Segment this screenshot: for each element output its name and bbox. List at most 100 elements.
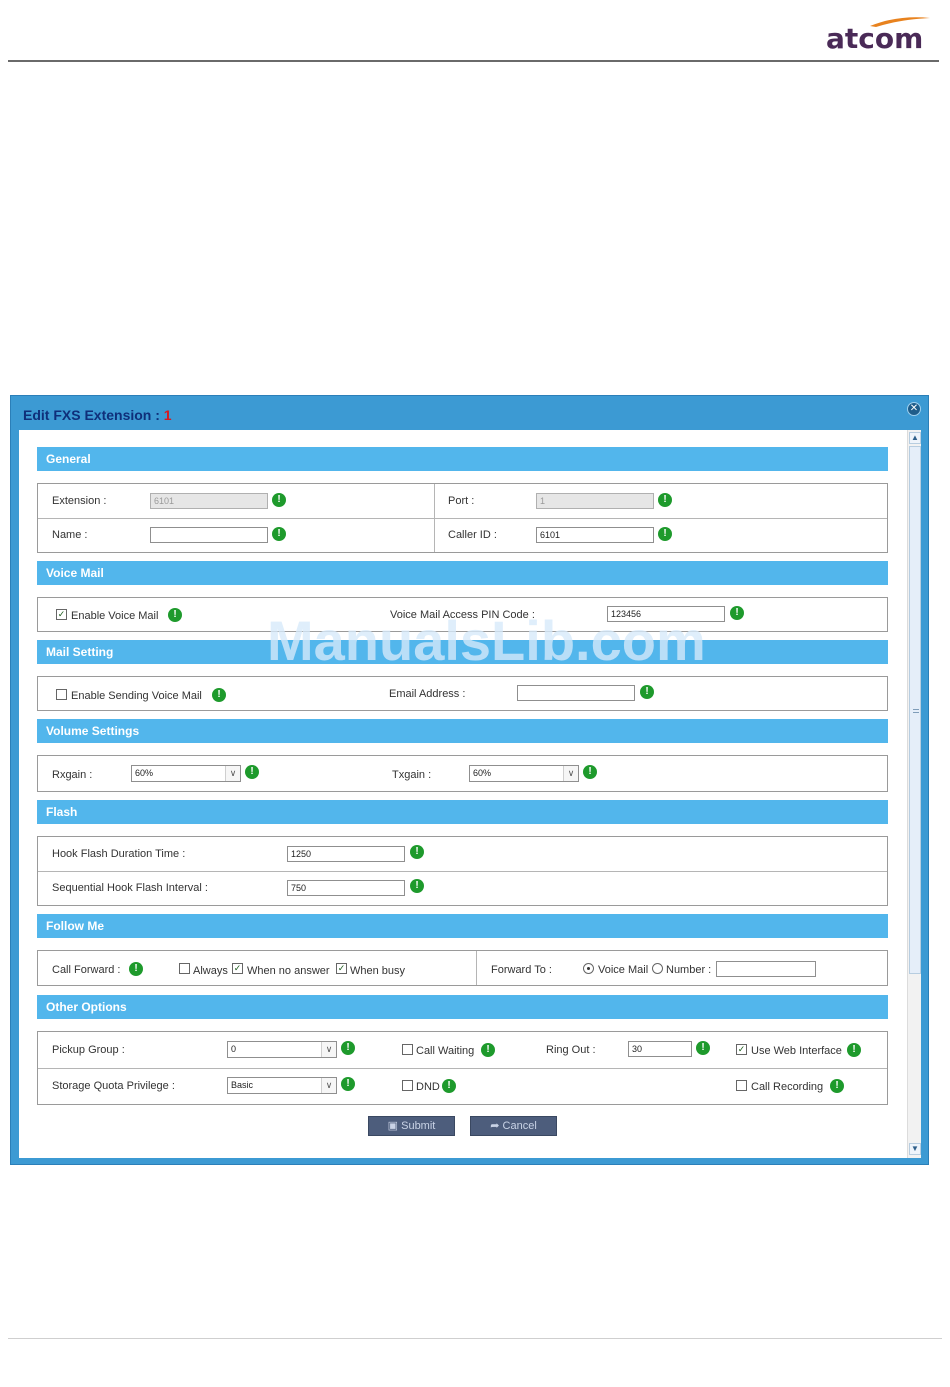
name-label: Name : (52, 529, 88, 541)
cancel-label: Cancel (502, 1120, 537, 1132)
use-web-interface-label: Use Web Interface (751, 1045, 842, 1057)
section-header-general: General (37, 447, 888, 471)
when-no-answer-label: When no answer (247, 965, 330, 977)
dialog-body: General Extension : 6101 ! Port : 1 ! Na… (19, 430, 921, 1158)
general-box: Extension : 6101 ! Port : 1 ! Name : ! C… (37, 483, 888, 553)
callerid-input[interactable]: 6101 (536, 527, 654, 543)
ring-out-info-icon[interactable]: ! (696, 1041, 710, 1055)
email-address-input[interactable] (517, 685, 635, 701)
call-recording-info-icon[interactable]: ! (830, 1079, 844, 1093)
when-busy-checkbox[interactable]: ✓ (336, 963, 347, 974)
use-web-interface-info-icon[interactable]: ! (847, 1043, 861, 1057)
row-divider (38, 518, 887, 519)
rxgain-value: 60% (135, 768, 154, 778)
call-forward-label: Call Forward : (52, 964, 121, 976)
dnd-checkbox[interactable] (402, 1080, 413, 1091)
logo-text: atcom (826, 22, 924, 55)
call-waiting-info-icon[interactable]: ! (481, 1043, 495, 1057)
when-busy-label: When busy (350, 965, 406, 977)
extension-field: 6101 (150, 493, 268, 509)
name-input[interactable] (150, 527, 268, 543)
txgain-value: 60% (473, 768, 492, 778)
chevron-down-icon: ∨ (563, 766, 578, 781)
voice-mail-option-label: Voice Mail (598, 964, 649, 976)
submit-button[interactable]: ▣ Submit (368, 1116, 455, 1136)
section-header-follow-me: Follow Me (37, 914, 888, 938)
storage-quota-info-icon[interactable]: ! (341, 1077, 355, 1091)
pickup-group-select[interactable]: 0 ∨ (227, 1041, 337, 1058)
dnd-label: DND (416, 1081, 440, 1093)
use-web-interface-checkbox[interactable]: ✓ (736, 1044, 747, 1055)
storage-quota-value: Basic (231, 1080, 254, 1090)
forward-to-label: Forward To : (491, 964, 552, 976)
footer-divider (8, 1338, 942, 1339)
section-header-volume-settings: Volume Settings (37, 719, 888, 743)
hook-flash-interval-info-icon[interactable]: ! (410, 879, 424, 893)
scroll-down-icon[interactable]: ▼ (909, 1143, 921, 1155)
txgain-info-icon[interactable]: ! (583, 765, 597, 779)
hook-flash-duration-input[interactable]: 1250 (287, 846, 405, 862)
sending-voice-mail-info-icon[interactable]: ! (212, 688, 226, 702)
storage-quota-select[interactable]: Basic ∨ (227, 1077, 337, 1094)
callerid-info-icon[interactable]: ! (658, 527, 672, 541)
chevron-down-icon: ∨ (321, 1078, 336, 1093)
extension-info-icon[interactable]: ! (272, 493, 286, 507)
hook-flash-duration-label: Hook Flash Duration Time : (52, 848, 186, 860)
always-checkbox[interactable] (179, 963, 190, 974)
call-forward-info-icon[interactable]: ! (129, 962, 143, 976)
rxgain-label: Rxgain : (52, 769, 93, 781)
scroll-grip-icon (913, 709, 919, 713)
volume-box: Rxgain : 60% ∨ ! Txgain : 60% ∨ ! (37, 755, 888, 792)
hook-flash-interval-input[interactable]: 750 (287, 880, 405, 896)
save-icon: ▣ (387, 1120, 399, 1132)
ring-out-input[interactable]: 30 (628, 1041, 692, 1057)
number-radio[interactable] (652, 963, 663, 974)
voice-mail-info-icon[interactable]: ! (168, 608, 182, 622)
voice-mail-radio[interactable] (583, 963, 594, 974)
column-divider (476, 951, 477, 985)
enable-sending-voice-mail-checkbox[interactable] (56, 689, 67, 700)
flash-box: Hook Flash Duration Time : 1250 ! Sequen… (37, 836, 888, 906)
enable-sending-voice-mail-label: Enable Sending Voice Mail (71, 690, 202, 702)
call-waiting-checkbox[interactable] (402, 1044, 413, 1055)
pin-code-info-icon[interactable]: ! (730, 606, 744, 620)
column-divider (434, 484, 435, 552)
txgain-select[interactable]: 60% ∨ (469, 765, 579, 782)
cancel-button[interactable]: ➦ Cancel (470, 1116, 557, 1136)
port-label: Port : (448, 495, 475, 507)
callerid-label: Caller ID : (448, 529, 497, 541)
forward-number-input[interactable] (716, 961, 816, 977)
undo-arrow-icon: ➦ (490, 1120, 500, 1132)
dialog-extension-number: 1 (163, 407, 172, 423)
when-no-answer-checkbox[interactable]: ✓ (232, 963, 243, 974)
scroll-thumb[interactable] (909, 446, 921, 974)
rxgain-select[interactable]: 60% ∨ (131, 765, 241, 782)
scroll-up-icon[interactable]: ▲ (909, 432, 921, 444)
enable-voice-mail-checkbox[interactable]: ✓ (56, 609, 67, 620)
extension-label: Extension : (52, 495, 107, 507)
port-field: 1 (536, 493, 654, 509)
close-icon[interactable]: ✕ (907, 402, 921, 416)
row-divider (38, 1068, 887, 1069)
email-address-info-icon[interactable]: ! (640, 685, 654, 699)
enable-voice-mail-label: Enable Voice Mail (71, 610, 159, 622)
pickup-group-value: 0 (231, 1044, 237, 1054)
radio-selected-dot (587, 967, 590, 970)
follow-me-box: Call Forward : ! Always ✓ When no answer… (37, 950, 888, 986)
pickup-group-info-icon[interactable]: ! (341, 1041, 355, 1055)
scrollbar[interactable]: ▲ ▼ (907, 430, 921, 1158)
port-info-icon[interactable]: ! (658, 493, 672, 507)
call-recording-checkbox[interactable] (736, 1080, 747, 1091)
chevron-down-icon: ∨ (321, 1042, 336, 1057)
header-divider (8, 60, 939, 62)
txgain-label: Txgain : (392, 769, 432, 781)
hook-flash-duration-info-icon[interactable]: ! (410, 845, 424, 859)
pickup-group-label: Pickup Group : (52, 1044, 125, 1056)
name-info-icon[interactable]: ! (272, 527, 286, 541)
watermark: ManualsLib.com (267, 609, 706, 672)
section-header-other-options: Other Options (37, 995, 888, 1019)
rxgain-info-icon[interactable]: ! (245, 765, 259, 779)
dnd-info-icon[interactable]: ! (442, 1079, 456, 1093)
edit-fxs-extension-dialog: Edit FXS Extension : 1 ✕ General Extensi… (10, 395, 929, 1165)
row-divider (38, 871, 887, 872)
